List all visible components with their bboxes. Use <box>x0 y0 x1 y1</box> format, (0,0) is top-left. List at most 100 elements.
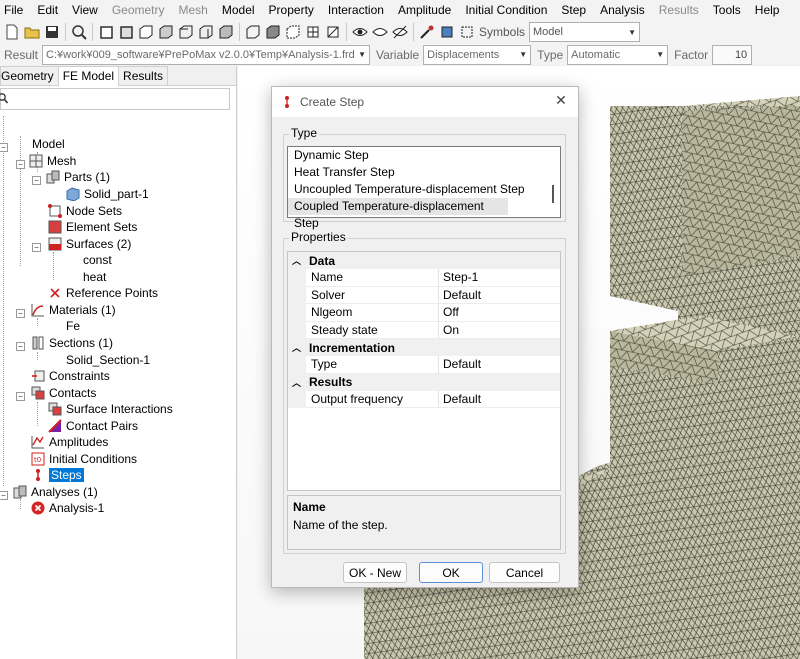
section-view-icon[interactable] <box>323 23 342 42</box>
property-value[interactable]: Off <box>439 304 560 322</box>
edges-icon[interactable] <box>283 23 302 42</box>
query-icon[interactable] <box>417 23 436 42</box>
show-all-icon[interactable] <box>390 23 409 42</box>
property-row-steady-state[interactable]: Steady state On <box>288 321 560 339</box>
property-value[interactable]: Default <box>439 391 560 408</box>
tree-item-mesh[interactable]: Mesh <box>29 153 76 169</box>
category-incrementation[interactable]: ︿ Incrementation <box>288 339 560 356</box>
result-file-dropdown[interactable]: C:¥work¥009_software¥PrePoMax v2.0.0¥Tem… <box>42 44 371 65</box>
tree-item-surfaces[interactable]: Surfaces (2) <box>48 236 131 252</box>
menu-view[interactable]: View <box>65 0 105 20</box>
menu-property[interactable]: Property <box>262 0 321 20</box>
category-results[interactable]: ︿ Results <box>288 373 560 391</box>
menu-interaction[interactable]: Interaction <box>321 0 391 20</box>
step-type-item[interactable]: Uncoupled Temperature-displacement Step <box>288 181 560 198</box>
symbols-dropdown[interactable]: Model ▼ <box>529 22 641 42</box>
tree-toggle[interactable]: − <box>16 392 25 401</box>
tree-item-sections[interactable]: Sections (1) <box>31 335 113 351</box>
property-row-nlgeom[interactable]: Nlgeom Off <box>288 304 560 322</box>
ok-new-button[interactable]: OK - New <box>343 562 407 583</box>
tree-search-field[interactable] <box>0 88 230 110</box>
menu-analysis[interactable]: Analysis <box>593 0 652 20</box>
tree-item-analysis-1[interactable]: Analysis-1 <box>31 500 104 516</box>
tree-item-solid-part[interactable]: Solid_part-1 <box>66 186 149 202</box>
property-row-solver[interactable]: Solver Default <box>288 286 560 304</box>
view-top-icon[interactable] <box>136 23 155 42</box>
view-left-icon[interactable] <box>176 23 195 42</box>
view-iso-icon[interactable] <box>216 23 235 42</box>
menu-model[interactable]: Model <box>215 0 262 20</box>
type-dropdown[interactable]: Automatic ▼ <box>567 44 669 65</box>
step-type-item-selected[interactable]: Coupled Temperature-displacement Step <box>288 198 508 230</box>
property-row-output-frequency[interactable]: Output frequency Default <box>288 390 560 408</box>
tree-item-node-sets[interactable]: Node Sets <box>48 203 122 219</box>
tree-item-contact-pairs[interactable]: Contact Pairs <box>48 418 138 434</box>
tree-item-element-sets[interactable]: Element Sets <box>48 219 137 235</box>
step-type-list[interactable]: Dynamic Step Heat Transfer Step Uncouple… <box>287 146 561 230</box>
menu-step[interactable]: Step <box>554 0 593 20</box>
save-icon[interactable] <box>42 23 61 42</box>
menu-edit[interactable]: Edit <box>30 0 65 20</box>
tree-item-parts[interactable]: Parts (1) <box>46 169 110 185</box>
tree-toggle[interactable]: − <box>32 243 41 252</box>
step-type-item[interactable]: Heat Transfer Step <box>288 164 560 181</box>
tree-item-contacts[interactable]: Contacts <box>31 385 96 401</box>
transform-icon[interactable] <box>437 23 456 42</box>
new-file-icon[interactable] <box>2 23 21 42</box>
tree-item-amplitudes[interactable]: Amplitudes <box>31 434 108 450</box>
tree-toggle[interactable]: − <box>16 160 25 169</box>
tab-geometry[interactable]: Geometry <box>0 66 59 85</box>
tree-item-initial-conditions[interactable]: t0 Initial Conditions <box>31 451 137 467</box>
bounding-icon[interactable] <box>457 23 476 42</box>
type-list-scrollbar[interactable] <box>552 185 554 203</box>
menu-amplitude[interactable]: Amplitude <box>391 0 458 20</box>
view-front-icon[interactable] <box>96 23 115 42</box>
tree-item-solid-section[interactable]: Solid_Section-1 <box>66 352 150 368</box>
property-value[interactable]: On <box>439 322 560 339</box>
tree-item-surface-const[interactable]: const <box>83 252 112 268</box>
tree-item-steps[interactable]: Steps <box>31 467 84 483</box>
open-folder-icon[interactable] <box>22 23 41 42</box>
shaded-icon[interactable] <box>263 23 282 42</box>
tree-item-constraints[interactable]: Constraints <box>31 368 110 384</box>
zoom-icon[interactable] <box>69 23 88 42</box>
factor-input[interactable]: 10 <box>712 44 753 65</box>
view-right-icon[interactable] <box>196 23 215 42</box>
tree-item-surface-interactions[interactable]: Surface Interactions <box>48 401 173 417</box>
tree-toggle[interactable]: − <box>16 309 25 318</box>
menu-mesh[interactable]: Mesh <box>172 0 215 20</box>
wireframe-icon[interactable] <box>243 23 262 42</box>
menu-tools[interactable]: Tools <box>706 0 748 20</box>
tree-item-reference-points[interactable]: Reference Points <box>48 285 158 301</box>
property-value[interactable]: Default <box>439 287 560 304</box>
category-data[interactable]: ︿ Data <box>288 252 560 269</box>
hide-icon[interactable] <box>370 23 389 42</box>
tab-fe-model[interactable]: FE Model <box>57 66 120 86</box>
variable-dropdown[interactable]: Displacements ▼ <box>423 44 532 65</box>
menu-file[interactable]: File <box>0 0 30 20</box>
menu-help[interactable]: Help <box>748 0 787 20</box>
view-back-icon[interactable] <box>116 23 135 42</box>
tab-results[interactable]: Results <box>118 66 169 85</box>
menu-results[interactable]: Results <box>652 0 706 20</box>
menu-initial-condition[interactable]: Initial Condition <box>458 0 554 20</box>
close-button[interactable]: ✕ <box>553 92 569 110</box>
view-bottom-icon[interactable] <box>156 23 175 42</box>
tree-item-surface-heat[interactable]: heat <box>83 269 106 285</box>
tree-toggle[interactable]: − <box>32 176 41 185</box>
menu-geometry[interactable]: Geometry <box>105 0 172 20</box>
step-type-item[interactable]: Dynamic Step <box>288 147 560 164</box>
ok-button[interactable]: OK <box>419 562 483 583</box>
property-row-type[interactable]: Type Default <box>288 356 560 374</box>
property-row-name[interactable]: Name Step-1 <box>288 269 560 287</box>
tree-item-materials[interactable]: Materials (1) <box>31 302 116 318</box>
tree-item-model[interactable]: Model <box>14 136 65 152</box>
tree-toggle[interactable]: − <box>16 342 25 351</box>
tree-toggle[interactable]: − <box>0 143 8 152</box>
cancel-button[interactable]: Cancel <box>489 562 560 583</box>
property-value[interactable]: Step-1 <box>439 269 560 287</box>
tree-item-material-fe[interactable]: Fe <box>66 318 80 334</box>
property-value[interactable]: Default <box>439 356 560 374</box>
show-icon[interactable] <box>350 23 369 42</box>
tree-toggle[interactable]: − <box>0 491 8 500</box>
